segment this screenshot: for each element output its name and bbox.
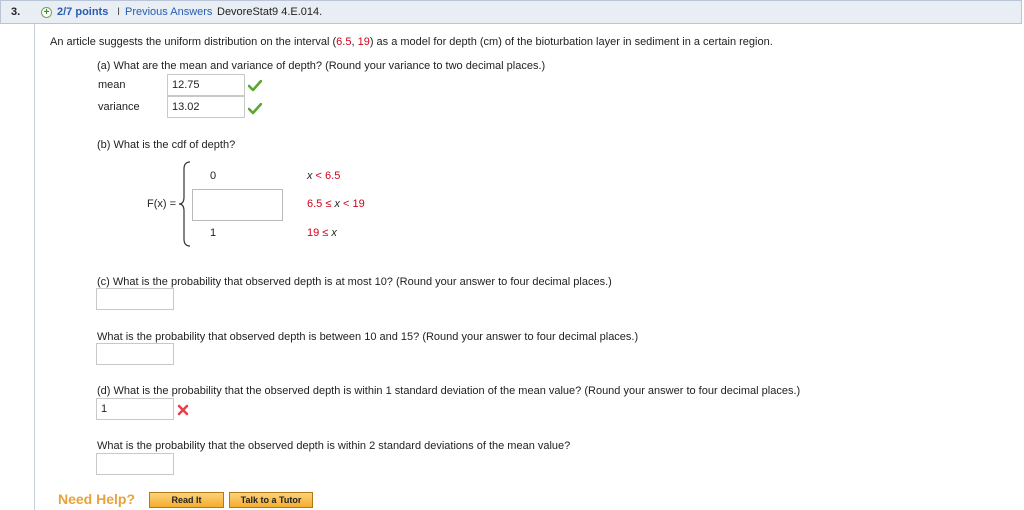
problem-statement: An article suggests the uniform distribu… <box>50 36 773 48</box>
read-it-button[interactable]: Read It <box>149 492 224 508</box>
header-separator: I <box>117 6 121 18</box>
interval-lower: 6.5 <box>336 36 352 48</box>
case3-x: x <box>331 227 337 239</box>
question-header: 3. + 2/7 points I Previous Answers Devor… <box>0 0 1022 24</box>
cdf-case3-value: 1 <box>210 227 217 239</box>
part-d-question: (d) What is the probability that the obs… <box>97 385 801 397</box>
part-a-question: (a) What are the mean and variance of de… <box>97 60 546 72</box>
cdf-middle-input[interactable] <box>192 189 283 221</box>
variance-label: variance <box>98 101 140 113</box>
left-margin-rule <box>34 24 35 510</box>
need-help-label: Need Help? <box>58 491 136 507</box>
part-c-question: (c) What is the probability that observe… <box>97 276 612 288</box>
piecewise-brace-icon <box>178 161 191 247</box>
correct-check-icon <box>248 80 262 92</box>
question-number: 3. <box>11 6 21 18</box>
talk-to-tutor-button[interactable]: Talk to a Tutor <box>229 492 313 508</box>
correct-check-icon <box>248 103 262 115</box>
incorrect-x-icon <box>177 404 189 416</box>
part-d2-answer-input[interactable] <box>96 453 174 475</box>
cdf-case1-condition: x < 6.5 <box>307 170 340 182</box>
part-d2-question: What is the probability that the observe… <box>97 440 571 452</box>
expand-plus-icon[interactable]: + <box>41 7 52 18</box>
part-c2-answer-input[interactable] <box>96 343 174 365</box>
fx-label: F(x) = <box>147 198 177 210</box>
part-b-question: (b) What is the cdf of depth? <box>97 139 236 151</box>
previous-answers-link[interactable]: Previous Answers <box>125 6 212 18</box>
question-reference: DevoreStat9 4.E.014. <box>217 6 323 18</box>
case2-lower: 6.5 ≤ <box>307 198 335 210</box>
points-score: 2/7 points <box>57 6 109 18</box>
cdf-case1-value: 0 <box>210 170 217 182</box>
part-d-answer-input[interactable] <box>96 398 174 420</box>
case3-lower: 19 ≤ <box>307 227 332 239</box>
prompt-text-after: ) as a model for depth (cm) of the biotu… <box>369 36 773 48</box>
part-c-answer-input[interactable] <box>96 288 174 310</box>
cdf-case2-condition: 6.5 ≤ x < 19 <box>307 198 365 210</box>
cdf-case3-condition: 19 ≤ x <box>307 227 337 239</box>
part-c2-question: What is the probability that observed de… <box>97 331 639 343</box>
case1-rest: < 6.5 <box>312 170 341 182</box>
interval-upper: 19 <box>357 36 370 48</box>
mean-input[interactable] <box>167 74 245 96</box>
mean-label: mean <box>98 79 126 91</box>
prompt-text-before: An article suggests the uniform distribu… <box>50 36 337 48</box>
variance-input[interactable] <box>167 96 245 118</box>
case2-rest: < 19 <box>339 198 365 210</box>
